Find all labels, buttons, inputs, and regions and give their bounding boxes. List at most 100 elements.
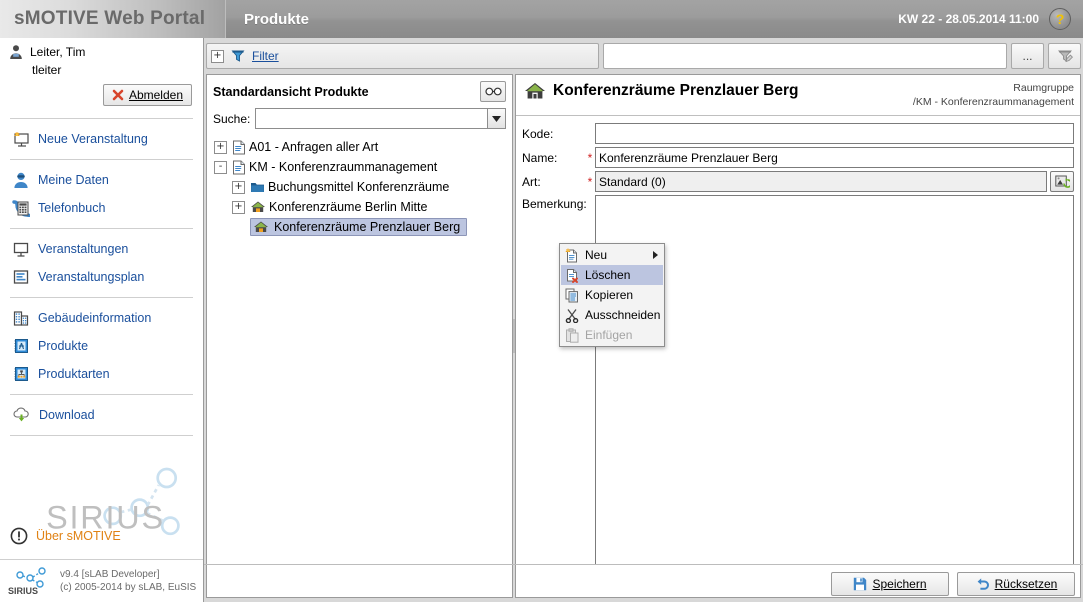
- scissors-icon: [565, 308, 579, 323]
- tree-node-buchungsmittel[interactable]: + Buchungsmittel Konferenzräume: [207, 177, 512, 197]
- tree-node-prenzlauer-berg[interactable]: Konferenzräume Prenzlauer Berg: [207, 217, 512, 237]
- tree-search-input[interactable]: [255, 108, 487, 129]
- detail-meta-type: Raumgruppe: [1013, 82, 1074, 94]
- art-input[interactable]: [595, 171, 1047, 193]
- app-brand: sMOTIVE Web Portal: [0, 0, 226, 38]
- kode-label: Kode:: [522, 126, 554, 141]
- sidebar-item-gebaeudeinformation[interactable]: Gebäudeinformation: [0, 304, 203, 332]
- name-label: Name:: [522, 150, 558, 165]
- sidebar-item-meine-daten[interactable]: Meine Daten: [0, 166, 203, 194]
- product-tree: + A01 - Anfragen aller Art - KM - Konfer…: [207, 135, 512, 597]
- context-menu-item-label: Einfügen: [585, 328, 633, 342]
- expand-plus-icon[interactable]: +: [214, 140, 227, 154]
- filter-link[interactable]: Filter: [252, 49, 279, 63]
- new-event-icon: [12, 130, 30, 148]
- edit-filter-icon-button[interactable]: [1048, 43, 1081, 69]
- tree-toggle-icon[interactable]: +: [231, 180, 246, 194]
- divider: [10, 435, 193, 436]
- chevron-down-icon[interactable]: [487, 108, 506, 129]
- sidebar-item-neue-veranstaltung[interactable]: Neue Veranstaltung: [0, 125, 203, 153]
- collapse-minus-icon[interactable]: -: [214, 160, 227, 174]
- sidebar-item-telefonbuch[interactable]: Telefonbuch: [0, 194, 203, 222]
- context-menu-item-label: Ausschneiden: [585, 308, 661, 322]
- user-avatar-icon: [8, 44, 24, 60]
- main-content-area: + Filter ... Standardansicht Produkte Su…: [204, 38, 1083, 602]
- context-menu-item-ausschneiden[interactable]: Ausschneiden: [561, 305, 663, 325]
- building-icon: [12, 309, 30, 327]
- bemerkung-textarea[interactable]: [595, 195, 1074, 566]
- view-glasses-button[interactable]: [480, 81, 506, 102]
- help-icon[interactable]: ?: [1049, 8, 1071, 30]
- kode-input[interactable]: [595, 123, 1074, 145]
- art-picker-button[interactable]: [1050, 171, 1074, 193]
- name-input[interactable]: [595, 147, 1074, 169]
- sidebar-item-produkte[interactable]: Produkte: [0, 332, 203, 360]
- filter-more-button[interactable]: ...: [1011, 43, 1044, 69]
- save-floppy-icon: [853, 577, 867, 591]
- products-icon: [12, 337, 30, 355]
- reset-button[interactable]: Rücksetzen: [957, 571, 1075, 596]
- about-smotive-button[interactable]: Über sMOTIVE: [10, 527, 121, 545]
- tree-node-a01[interactable]: + A01 - Anfragen aller Art: [207, 137, 512, 157]
- tree-node-selection[interactable]: Konferenzräume Prenzlauer Berg: [250, 218, 468, 236]
- expand-plus-icon[interactable]: +: [232, 180, 245, 194]
- filter-toolbar-left: + Filter: [206, 43, 599, 69]
- nav-group-products: Gebäudeinformation Produkte Produktarten: [0, 304, 203, 388]
- sidebar-item-veranstaltungsplan[interactable]: Veranstaltungsplan: [0, 263, 203, 291]
- events-icon: [12, 240, 30, 258]
- sidebar-item-label: Download: [39, 408, 95, 422]
- product-types-icon: [12, 365, 30, 383]
- tree-node-km[interactable]: - KM - Konferenzraummanagement: [207, 157, 512, 177]
- tree-toggle-icon[interactable]: +: [231, 200, 246, 214]
- context-menu-item-loeschen[interactable]: Löschen: [561, 265, 663, 285]
- nav-group-download: Download: [0, 401, 203, 429]
- tree-node-label: Konferenzräume Berlin Mitte: [269, 200, 428, 214]
- sidebar-item-download[interactable]: Download: [0, 401, 203, 429]
- tree-node-berlin-mitte[interactable]: + Konferenzräume Berlin Mitte: [207, 197, 512, 217]
- context-menu-item-neu[interactable]: Neu: [561, 245, 663, 265]
- delete-document-icon: [565, 268, 579, 283]
- expand-plus-icon[interactable]: +: [232, 200, 245, 214]
- application-window: sMOTIVE Web Portal Produkte KW 22 - 28.0…: [0, 0, 1083, 602]
- svg-text:SIRIUS: SIRIUS: [8, 586, 38, 596]
- tree-toggle-icon[interactable]: -: [213, 160, 228, 174]
- filter-expand-toggle[interactable]: +: [211, 49, 224, 63]
- logout-row: Abmelden: [8, 84, 195, 106]
- tree-search-row: Suche:: [207, 104, 512, 135]
- bemerkung-label: Bemerkung:: [522, 197, 587, 212]
- field-row-kode: Kode:: [522, 123, 1074, 145]
- filter-search-input[interactable]: [603, 43, 1007, 69]
- sidebar-item-label: Telefonbuch: [38, 201, 106, 215]
- sidebar-item-veranstaltungen[interactable]: Veranstaltungen: [0, 235, 203, 263]
- divider: [10, 394, 193, 395]
- save-button[interactable]: Speichern: [831, 571, 949, 596]
- left-sidebar: Leiter, Tim tleiter Abmelden Neue Verans…: [0, 38, 204, 602]
- divider: [10, 118, 193, 119]
- sidebar-item-label: Veranstaltungsplan: [38, 270, 145, 284]
- footer-copyright: (c) 2005-2014 by sLAB, EuSIS: [60, 582, 197, 593]
- detail-panel-header: Konferenzräume Prenzlauer Berg Raumgrupp…: [516, 75, 1080, 117]
- undo-arrow-icon: [975, 577, 990, 591]
- sidebar-item-produktarten[interactable]: Produktarten: [0, 360, 203, 388]
- house-icon: [253, 220, 269, 234]
- logout-x-icon: [112, 89, 124, 101]
- submenu-arrow-icon: [653, 251, 658, 259]
- document-icon: [232, 160, 246, 175]
- footer-version-block: v9.4 [sLAB Developer] (c) 2005-2014 by s…: [60, 568, 196, 595]
- tree-search-label: Suche:: [213, 111, 251, 126]
- context-menu-item-label: Löschen: [585, 268, 631, 282]
- user-data-icon: [12, 171, 30, 189]
- logout-button[interactable]: Abmelden: [102, 84, 192, 106]
- context-menu-item-kopieren[interactable]: Kopieren: [561, 285, 663, 305]
- detail-meta-path: /KM - Konferenzraummanagement: [912, 96, 1074, 109]
- context-menu-item-einfuegen: Einfügen: [561, 325, 663, 345]
- tree-toggle-icon[interactable]: +: [213, 140, 228, 154]
- field-row-art: Art: *: [522, 171, 1074, 193]
- art-label: Art:: [522, 174, 541, 189]
- house-icon: [524, 81, 546, 101]
- about-smotive-label: Über sMOTIVE: [36, 529, 121, 543]
- top-header-bar: sMOTIVE Web Portal Produkte KW 22 - 28.0…: [0, 0, 1083, 38]
- user-row: Leiter, Tim: [8, 44, 195, 60]
- copy-icon: [565, 288, 579, 303]
- logout-button-label: Abmelden: [128, 88, 183, 102]
